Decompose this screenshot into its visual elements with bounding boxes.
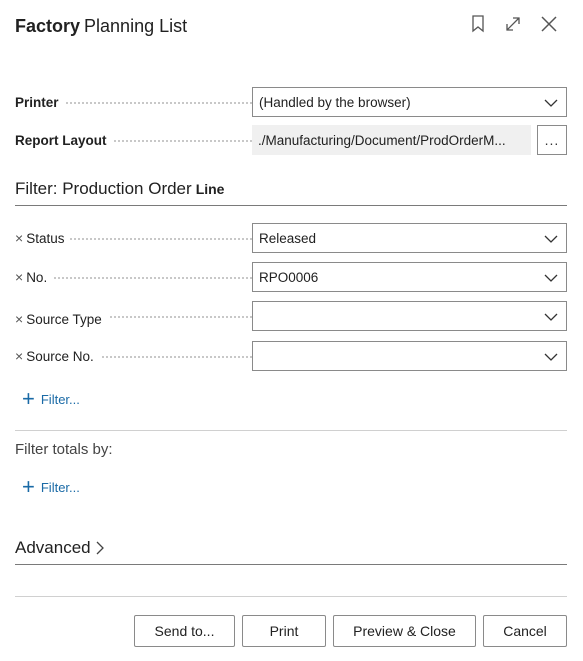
section-divider	[15, 430, 567, 431]
bookmark-icon	[472, 15, 484, 33]
source-no-select[interactable]	[252, 341, 567, 371]
dialog-title: Factory Planning List	[15, 16, 187, 37]
chevron-down-icon	[544, 313, 558, 321]
advanced-label: Advanced	[15, 538, 91, 557]
print-button[interactable]: Print	[242, 615, 326, 647]
filter-label-wrap: × Status	[15, 223, 71, 253]
remove-filter-icon[interactable]: ×	[15, 348, 23, 364]
report-layout-row: Report Layout ./Manufacturing/Document/P…	[15, 125, 567, 155]
printer-select[interactable]: (Handled by the browser)	[252, 87, 567, 117]
add-filter-label: Filter...	[40, 391, 80, 407]
advanced-section-toggle[interactable]: Advanced	[15, 538, 567, 565]
status-value: Released	[259, 230, 317, 246]
filter-heading-table: Line	[195, 181, 225, 197]
chevron-down-icon	[544, 274, 558, 282]
printer-label: Printer	[15, 87, 65, 117]
filter-label-source-no: Source No.	[26, 348, 94, 364]
expand-button[interactable]	[501, 12, 525, 36]
filter-heading-main: Filter: Production Order	[15, 179, 192, 198]
filter-label-wrap: × Source No.	[15, 341, 100, 371]
filter-label-wrap: × Source Type	[15, 304, 108, 334]
no-value: RPO0006	[259, 269, 319, 285]
remove-filter-icon[interactable]: ×	[15, 311, 23, 327]
report-layout-field: ./Manufacturing/Document/ProdOrderM...	[252, 125, 531, 155]
cancel-button[interactable]: Cancel	[483, 615, 567, 647]
filter-label-no: No.	[26, 269, 48, 285]
filter-label-status: Status	[26, 230, 65, 246]
add-totals-filter-label: Filter...	[40, 479, 80, 495]
status-select[interactable]: Released	[252, 223, 567, 253]
filter-section-heading: Filter: Production Order Line	[15, 179, 567, 206]
filter-totals-heading: Filter totals by:	[15, 441, 113, 458]
bookmark-button[interactable]	[466, 12, 490, 36]
remove-filter-icon[interactable]: ×	[15, 269, 23, 285]
chevron-down-icon	[544, 235, 558, 243]
close-button[interactable]	[537, 12, 561, 36]
plus-icon: +	[22, 386, 35, 411]
no-select[interactable]: RPO0006	[252, 262, 567, 292]
footer-divider	[15, 596, 567, 597]
report-layout-value: ./Manufacturing/Document/ProdOrderM...	[258, 132, 506, 148]
add-filter-link[interactable]: + Filter...	[22, 386, 80, 411]
chevron-down-icon	[544, 353, 558, 361]
report-layout-label: Report Layout	[15, 125, 113, 155]
add-totals-filter-link[interactable]: + Filter...	[22, 474, 80, 499]
remove-filter-icon[interactable]: ×	[15, 230, 23, 246]
filter-row-status: × Status Released	[15, 223, 567, 253]
filter-row-no: × No. RPO0006	[15, 262, 567, 292]
filter-row-source-no: × Source No.	[15, 341, 567, 371]
filter-row-source-type: × Source Type	[15, 301, 567, 334]
plus-icon: +	[22, 474, 35, 499]
send-to-button[interactable]: Send to...	[134, 615, 235, 647]
chevron-down-icon	[544, 99, 558, 107]
filter-label-source-type: Source Type	[26, 311, 102, 327]
dialog-title-primary: Factory	[15, 16, 81, 36]
source-type-select[interactable]	[252, 301, 567, 331]
preview-close-button[interactable]: Preview & Close	[333, 615, 476, 647]
chevron-right-icon	[96, 541, 104, 555]
expand-icon	[506, 17, 520, 31]
close-icon	[541, 16, 557, 32]
report-layout-lookup-button[interactable]: ...	[537, 125, 567, 155]
filter-label-wrap: × No.	[15, 262, 54, 292]
printer-value: (Handled by the browser)	[259, 94, 411, 110]
printer-row: Printer (Handled by the browser)	[15, 87, 567, 117]
dialog-title-secondary: Planning List	[84, 16, 188, 36]
